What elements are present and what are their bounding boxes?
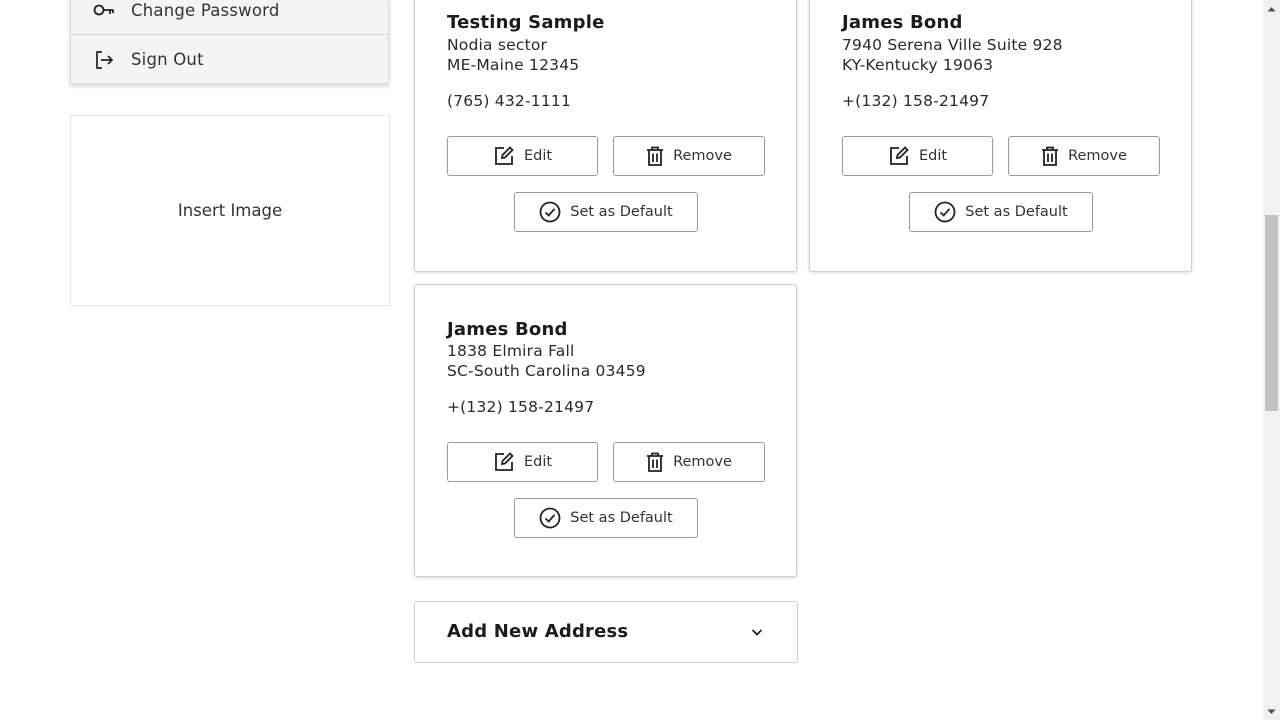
insert-image-area[interactable]: Insert Image: [70, 115, 390, 306]
trash-icon: [1042, 146, 1059, 166]
sign-out-menu-item[interactable]: Sign Out: [71, 35, 388, 84]
address-name: James Bond: [447, 319, 568, 340]
address-line-1: Nodia sector: [447, 36, 548, 54]
set-default-button[interactable]: Set as Default: [909, 192, 1093, 232]
trash-icon: [647, 146, 664, 166]
chevron-down-icon: [751, 629, 763, 636]
edit-label: Edit: [523, 148, 553, 164]
check-circle-icon: [539, 201, 561, 223]
remove-button[interactable]: Remove: [613, 136, 765, 176]
set-default-button[interactable]: Set as Default: [514, 192, 698, 232]
edit-button[interactable]: Edit: [842, 136, 993, 176]
address-name: Testing Sample: [447, 12, 605, 33]
change-password-menu-item[interactable]: Change Password: [71, 0, 388, 35]
key-icon: [93, 0, 115, 21]
edit-icon: [890, 146, 909, 165]
edit-label: Edit: [523, 454, 553, 470]
address-name: James Bond: [842, 12, 963, 33]
address-phone: +(132) 158-21497: [447, 398, 595, 416]
add-new-address-toggle[interactable]: Add New Address: [414, 601, 798, 663]
scrollbar-thumb[interactable]: [1265, 215, 1278, 411]
set-default-label: Set as Default: [570, 510, 673, 526]
account-menu: Change Password Sign Out: [70, 0, 389, 84]
edit-label: Edit: [918, 148, 948, 164]
set-default-button[interactable]: Set as Default: [514, 498, 698, 538]
edit-button[interactable]: Edit: [447, 442, 598, 482]
edit-button[interactable]: Edit: [447, 136, 598, 176]
set-default-label: Set as Default: [965, 204, 1068, 220]
set-default-label: Set as Default: [570, 204, 673, 220]
address-line-2: SC-South Carolina 03459: [447, 362, 646, 380]
scroll-down-arrow-icon[interactable]: [1263, 703, 1280, 720]
sign-out-label: Sign Out: [131, 50, 204, 69]
address-line-2: ME-Maine 12345: [447, 56, 580, 74]
remove-button[interactable]: Remove: [613, 442, 765, 482]
address-card: James Bond 7940 Serena Ville Suite 928 K…: [809, 0, 1192, 272]
edit-icon: [495, 146, 514, 165]
remove-button[interactable]: Remove: [1008, 136, 1160, 176]
change-password-label: Change Password: [131, 0, 280, 20]
address-card: James Bond 1838 Elmira Fall SC-South Car…: [414, 284, 797, 577]
edit-icon: [495, 452, 514, 471]
trash-icon: [647, 452, 664, 472]
address-line-2: KY-Kentucky 19063: [842, 56, 994, 74]
vertical-scrollbar[interactable]: [1263, 0, 1280, 720]
address-phone: (765) 432-1111: [447, 92, 572, 110]
sign-out-icon: [93, 49, 115, 71]
address-line-1: 1838 Elmira Fall: [447, 342, 575, 360]
check-circle-icon: [934, 201, 956, 223]
address-line-1: 7940 Serena Ville Suite 928: [842, 36, 1063, 54]
check-circle-icon: [539, 507, 561, 529]
address-phone: +(132) 158-21497: [842, 92, 990, 110]
address-card: Testing Sample Nodia sector ME-Maine 123…: [414, 0, 797, 272]
remove-label: Remove: [1068, 148, 1127, 164]
remove-label: Remove: [673, 148, 732, 164]
scroll-up-arrow-icon[interactable]: [1263, 0, 1280, 17]
insert-image-label: Insert Image: [177, 201, 283, 220]
remove-label: Remove: [673, 454, 732, 470]
add-new-address-label: Add New Address: [447, 621, 629, 642]
